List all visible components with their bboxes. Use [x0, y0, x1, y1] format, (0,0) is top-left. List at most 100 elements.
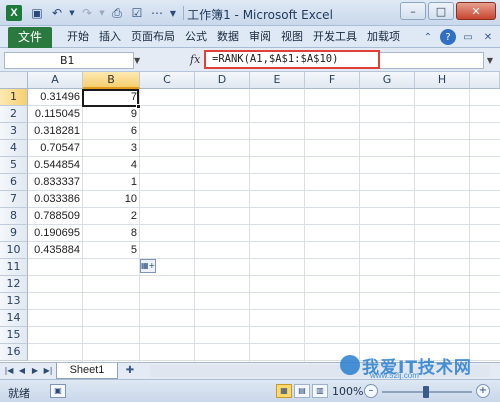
column-header-c[interactable]: C [140, 72, 195, 89]
column-header-d[interactable]: D [195, 72, 250, 89]
name-box[interactable]: B1 [4, 52, 134, 69]
next-sheet-icon[interactable]: ▶ [29, 365, 41, 377]
cell-a6[interactable]: 0.833337 [28, 174, 83, 191]
row-header-14[interactable]: 14 [0, 310, 28, 327]
row-header-4[interactable]: 4 [0, 140, 28, 157]
ribbon-minimize-icon[interactable]: ⌃ [420, 29, 436, 45]
redo-dropdown-icon[interactable]: ▼ [98, 4, 106, 22]
auto-fill-options-icon[interactable]: ▦+ [140, 259, 156, 273]
cell-b8[interactable]: 2 [83, 208, 140, 225]
column-header-overflow[interactable] [470, 72, 500, 89]
zoom-level[interactable]: 100% [332, 385, 363, 398]
page-break-view-icon[interactable]: ▥ [312, 384, 328, 398]
row-header-3[interactable]: 3 [0, 123, 28, 140]
fill-handle[interactable] [136, 104, 141, 109]
grid-line [28, 309, 500, 310]
grid-line [28, 275, 500, 276]
column-header-h[interactable]: H [415, 72, 470, 89]
page-layout-view-icon[interactable]: ▤ [294, 384, 310, 398]
row-header-6[interactable]: 6 [0, 174, 28, 191]
cell-a3[interactable]: 0.318281 [28, 123, 83, 140]
row-header-16[interactable]: 16 [0, 344, 28, 361]
row-header-2[interactable]: 2 [0, 106, 28, 123]
formula-input-rest[interactable] [380, 52, 484, 69]
spelling-icon[interactable]: ☑ [128, 4, 146, 22]
cell-a7[interactable]: 0.033386 [28, 191, 83, 208]
row-header-11[interactable]: 11 [0, 259, 28, 276]
undo-dropdown-icon[interactable]: ▼ [68, 4, 76, 22]
column-header-b[interactable]: B [83, 72, 140, 89]
print-preview-icon[interactable]: ⎙ [108, 4, 126, 22]
cell-a8[interactable]: 0.788509 [28, 208, 83, 225]
cell-b6[interactable]: 1 [83, 174, 140, 191]
name-box-dropdown-icon[interactable]: ▼ [134, 52, 144, 69]
row-header-13[interactable]: 13 [0, 293, 28, 310]
sheet-tab-sheet1[interactable]: Sheet1 [56, 363, 118, 379]
ribbon-right-icons: ⌃ ? ▭ ✕ [420, 29, 496, 45]
view-buttons: ▦ ▤ ▥ [276, 384, 328, 398]
row-header-1[interactable]: 1 [0, 89, 28, 106]
cell-b2[interactable]: 9 [83, 106, 140, 123]
insert-sheet-icon[interactable]: ✚ [120, 364, 140, 378]
cell-b9[interactable]: 8 [83, 225, 140, 242]
tab-view[interactable]: 视图 [276, 26, 308, 48]
prev-sheet-icon[interactable]: ◀ [16, 365, 28, 377]
undo-icon[interactable]: ↶ [48, 4, 66, 22]
close-workbook-icon[interactable]: ✕ [480, 29, 496, 45]
help-icon[interactable]: ? [440, 29, 456, 45]
tab-addins[interactable]: 加载项 [362, 26, 405, 48]
redo-icon[interactable]: ↷ [78, 4, 96, 22]
insert-function-icon[interactable]: fx [190, 53, 200, 66]
normal-view-icon[interactable]: ▦ [276, 384, 292, 398]
record-macro-icon[interactable]: ▣ [50, 384, 66, 398]
cell-a10[interactable]: 0.435884 [28, 242, 83, 259]
column-header-f[interactable]: F [305, 72, 360, 89]
zoom-slider-thumb[interactable] [423, 386, 429, 398]
column-header-g[interactable]: G [360, 72, 415, 89]
tab-review[interactable]: 审阅 [244, 26, 276, 48]
row-header-8[interactable]: 8 [0, 208, 28, 225]
cell-a5[interactable]: 0.544854 [28, 157, 83, 174]
close-button[interactable]: ✕ [456, 2, 496, 20]
formula-input[interactable]: =RANK(A1,$A$1:$A$10) [204, 50, 380, 69]
maximize-button[interactable]: □ [428, 2, 454, 20]
tab-formulas[interactable]: 公式 [180, 26, 212, 48]
tab-page-layout[interactable]: 页面布局 [126, 26, 180, 48]
tab-data[interactable]: 数据 [212, 26, 244, 48]
zoom-in-icon[interactable]: + [476, 384, 490, 398]
row-header-5[interactable]: 5 [0, 157, 28, 174]
horizontal-scrollbar[interactable] [150, 365, 490, 377]
cell-b10[interactable]: 5 [83, 242, 140, 259]
excel-app-icon[interactable]: X [6, 5, 22, 21]
customize-icon[interactable]: ▼ [168, 4, 178, 22]
minimize-button[interactable]: – [400, 2, 426, 20]
save-icon[interactable]: ▣ [28, 4, 46, 22]
row-header-15[interactable]: 15 [0, 327, 28, 344]
expand-formula-bar-icon[interactable]: ▼ [484, 52, 496, 69]
tab-developer[interactable]: 开发工具 [308, 26, 362, 48]
row-header-10[interactable]: 10 [0, 242, 28, 259]
cell-b7[interactable]: 10 [83, 191, 140, 208]
cell-a9[interactable]: 0.190695 [28, 225, 83, 242]
cell-b4[interactable]: 3 [83, 140, 140, 157]
zoom-out-icon[interactable]: – [364, 384, 378, 398]
restore-window-icon[interactable]: ▭ [460, 29, 476, 45]
tab-insert[interactable]: 插入 [94, 26, 126, 48]
row-header-9[interactable]: 9 [0, 225, 28, 242]
worksheet-grid[interactable]: ABCDEFGH 1 2 3 4 5 6 7 8 9 10 11 12 13 14 15 16 0.31496… [0, 72, 500, 362]
tab-home[interactable]: 开始 [62, 26, 94, 48]
row-header-12[interactable]: 12 [0, 276, 28, 293]
select-all-corner[interactable] [0, 72, 28, 89]
cell-b5[interactable]: 4 [83, 157, 140, 174]
more-icon[interactable]: ⋯ [148, 4, 166, 22]
last-sheet-icon[interactable]: ▶| [42, 365, 54, 377]
column-header-e[interactable]: E [250, 72, 305, 89]
file-tab[interactable]: 文件 [8, 27, 52, 48]
cell-a1[interactable]: 0.31496 [28, 89, 83, 106]
cell-b3[interactable]: 6 [83, 123, 140, 140]
row-header-7[interactable]: 7 [0, 191, 28, 208]
cell-a4[interactable]: 0.70547 [28, 140, 83, 157]
column-header-a[interactable]: A [28, 72, 83, 89]
cell-a2[interactable]: 0.115045 [28, 106, 83, 123]
first-sheet-icon[interactable]: |◀ [3, 365, 15, 377]
